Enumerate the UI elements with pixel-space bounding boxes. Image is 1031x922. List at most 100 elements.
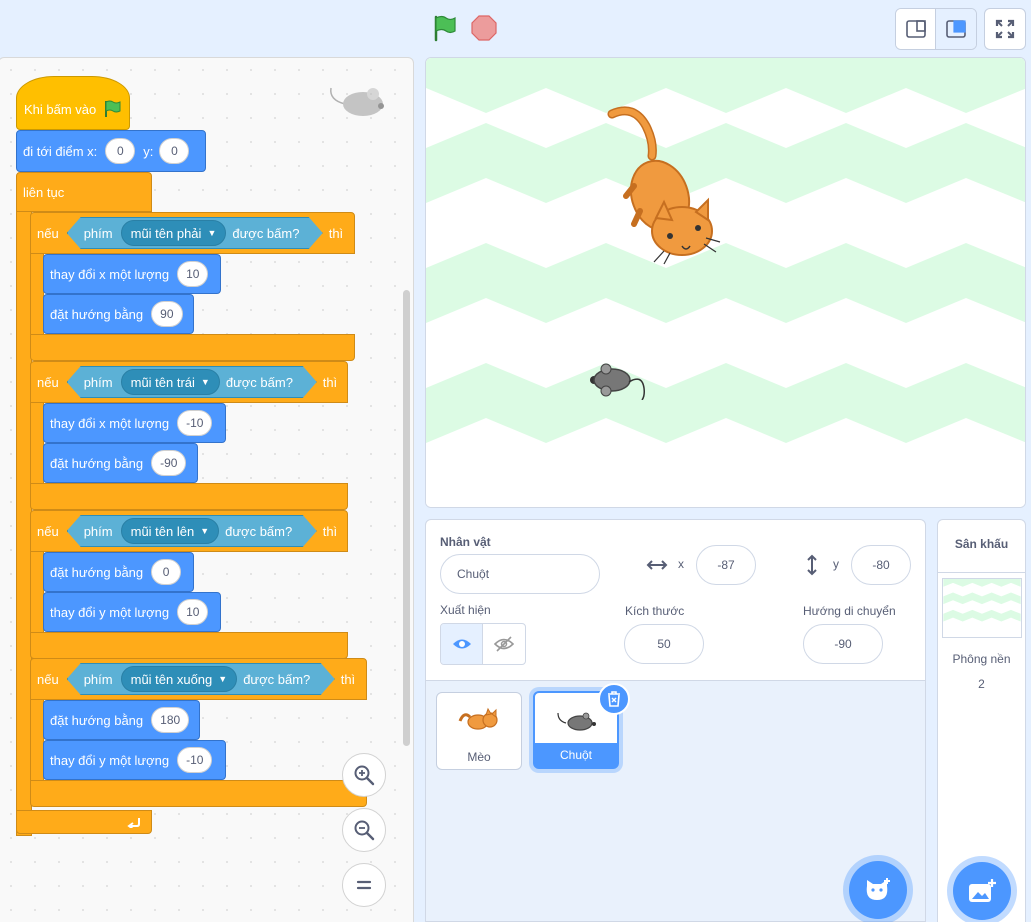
if-footer [30, 483, 348, 510]
delete-sprite-button[interactable] [598, 683, 630, 715]
change-x-label: thay đổi x một lượng [50, 266, 170, 282]
small-stage-button[interactable] [896, 9, 936, 49]
zoom-in-button[interactable] [342, 753, 386, 797]
forever-block[interactable]: liên tục [16, 172, 152, 212]
point-direction-label: đặt hướng bằng [50, 306, 144, 322]
y-field[interactable]: -80 [851, 545, 911, 585]
key-dropdown-value: mũi tên lên [130, 523, 195, 539]
sprite-tile-name: Chuột [535, 743, 617, 767]
change-y-input[interactable]: -10 [177, 747, 213, 773]
go-to-label: đi tới điểm x: [23, 143, 98, 159]
pressed-label: được bấm? [225, 523, 293, 539]
then-label: thì [328, 225, 344, 241]
fullscreen-button[interactable] [984, 8, 1026, 50]
green-flag-icon [105, 100, 121, 117]
mouse-sprite-icon [590, 363, 645, 400]
forever-label: liên tục [23, 184, 65, 200]
change-y-input[interactable]: 10 [177, 599, 209, 625]
stage-size-toggle [895, 8, 977, 50]
if-block-down[interactable]: nếu phím mũi tên xuống ▼ được bấm? thì [30, 658, 367, 700]
sprite-tile-name: Mèo [467, 750, 491, 764]
point-direction-input[interactable]: 0 [151, 559, 182, 585]
loop-arrow-icon [127, 818, 140, 828]
if-label: nếu [37, 225, 59, 241]
if-block-up[interactable]: nếu phím mũi tên lên ▼ được bấm? thì [30, 510, 348, 552]
zoom-out-icon [354, 820, 375, 841]
pressed-label: được bấm? [232, 225, 300, 241]
go-to-xy-block[interactable]: đi tới điểm x: 0 y: 0 [16, 130, 206, 172]
point-direction-label: đặt hướng bằng [50, 712, 144, 728]
sprite-tile-cat[interactable]: Mèo [436, 692, 522, 770]
point-direction-block[interactable]: đặt hướng bằng 0 [43, 552, 194, 592]
x-field[interactable]: -87 [696, 545, 756, 585]
change-x-input[interactable]: -10 [177, 410, 213, 436]
point-direction-input[interactable]: 180 [151, 707, 190, 733]
size-label: Kích thước [625, 604, 685, 618]
key-pressed-condition[interactable]: phím mũi tên xuống ▼ được bấm? [67, 663, 335, 695]
change-y-label: thay đổi y một lượng [50, 752, 170, 768]
point-direction-input[interactable]: 90 [151, 301, 183, 327]
hide-button[interactable] [483, 624, 525, 664]
go-to-y-label: y: [143, 143, 154, 159]
if-footer [30, 780, 367, 807]
key-dropdown[interactable]: mũi tên lên ▼ [121, 518, 220, 544]
point-direction-block[interactable]: đặt hướng bằng -90 [43, 443, 198, 483]
stage-canvas[interactable] [425, 57, 1026, 508]
chevron-down-icon: ▼ [200, 377, 210, 387]
code-scrollbar[interactable] [403, 290, 410, 746]
zoom-reset-button[interactable] [342, 863, 386, 907]
go-to-x-input[interactable]: 0 [105, 138, 136, 164]
go-to-y-input[interactable]: 0 [159, 138, 190, 164]
sprite-info-panel: Nhân vật Chuột x -87 y -80 Xuất hiện Kíc… [425, 519, 926, 681]
change-y-label: thay đổi y một lượng [50, 604, 170, 620]
key-dropdown[interactable]: mũi tên trái ▼ [121, 369, 220, 395]
then-label: thì [322, 523, 338, 539]
if-label: nếu [37, 671, 59, 687]
y-value: -80 [872, 558, 890, 572]
zoom-out-button[interactable] [342, 808, 386, 852]
when-flag-clicked-block[interactable]: Khi bấm vào [16, 76, 130, 130]
point-direction-block[interactable]: đặt hướng bằng 90 [43, 294, 194, 334]
direction-value: -90 [834, 637, 852, 651]
stage-selector[interactable]: Sân khấu Phông nền 2 [937, 519, 1026, 922]
sprite-name-field[interactable]: Chuột [440, 554, 600, 594]
key-dropdown[interactable]: mũi tên phải ▼ [121, 220, 227, 246]
key-pressed-condition[interactable]: phím mũi tên trái ▼ được bấm? [67, 366, 317, 398]
change-y-block[interactable]: thay đổi y một lượng -10 [43, 740, 226, 780]
change-x-input[interactable]: 10 [177, 261, 209, 287]
point-direction-input[interactable]: -90 [151, 450, 187, 476]
if-block-right[interactable]: nếu phím mũi tên phải ▼ được bấm? thì [30, 212, 355, 254]
direction-field[interactable]: -90 [803, 624, 883, 664]
pressed-label: được bấm? [225, 374, 293, 390]
size-field[interactable]: 50 [624, 624, 704, 664]
change-x-block[interactable]: thay đổi x một lượng 10 [43, 254, 221, 294]
show-button[interactable] [441, 624, 484, 664]
stop-icon [471, 15, 497, 41]
chevron-down-icon: ▼ [218, 674, 228, 684]
sprite-label: Nhân vật [440, 535, 491, 549]
choose-sprite-button[interactable] [849, 861, 907, 919]
sprite-list: Mèo Chuột [425, 681, 926, 922]
backdrops-count: 2 [978, 677, 985, 691]
if-arm [30, 699, 44, 781]
if-arm [30, 253, 44, 335]
visibility-toggle [440, 623, 526, 665]
change-x-block[interactable]: thay đổi x một lượng -10 [43, 403, 226, 443]
backdrop-thumbnail-icon [942, 578, 1022, 638]
green-flag-button[interactable] [428, 12, 460, 44]
direction-label: Hướng di chuyển [803, 604, 896, 618]
change-y-block[interactable]: thay đổi y một lượng 10 [43, 592, 221, 632]
equals-icon [356, 880, 372, 890]
point-direction-block[interactable]: đặt hướng bằng 180 [43, 700, 200, 740]
choose-backdrop-button[interactable] [953, 862, 1011, 920]
key-pressed-condition[interactable]: phím mũi tên phải ▼ được bấm? [67, 217, 323, 249]
code-area[interactable]: Khi bấm vào đi tới điểm x: 0 y: 0 liên t… [0, 57, 414, 922]
stop-button[interactable] [468, 12, 500, 44]
key-pressed-condition[interactable]: phím mũi tên lên ▼ được bấm? [67, 515, 317, 547]
mouse-thumbnail-icon [557, 712, 596, 731]
if-block-left[interactable]: nếu phím mũi tên trái ▼ được bấm? thì [30, 361, 348, 403]
key-dropdown[interactable]: mũi tên xuống ▼ [121, 666, 238, 692]
normal-stage-button[interactable] [936, 9, 976, 49]
add-sprite-cat-icon [866, 878, 890, 900]
normal-stage-icon [946, 20, 966, 38]
